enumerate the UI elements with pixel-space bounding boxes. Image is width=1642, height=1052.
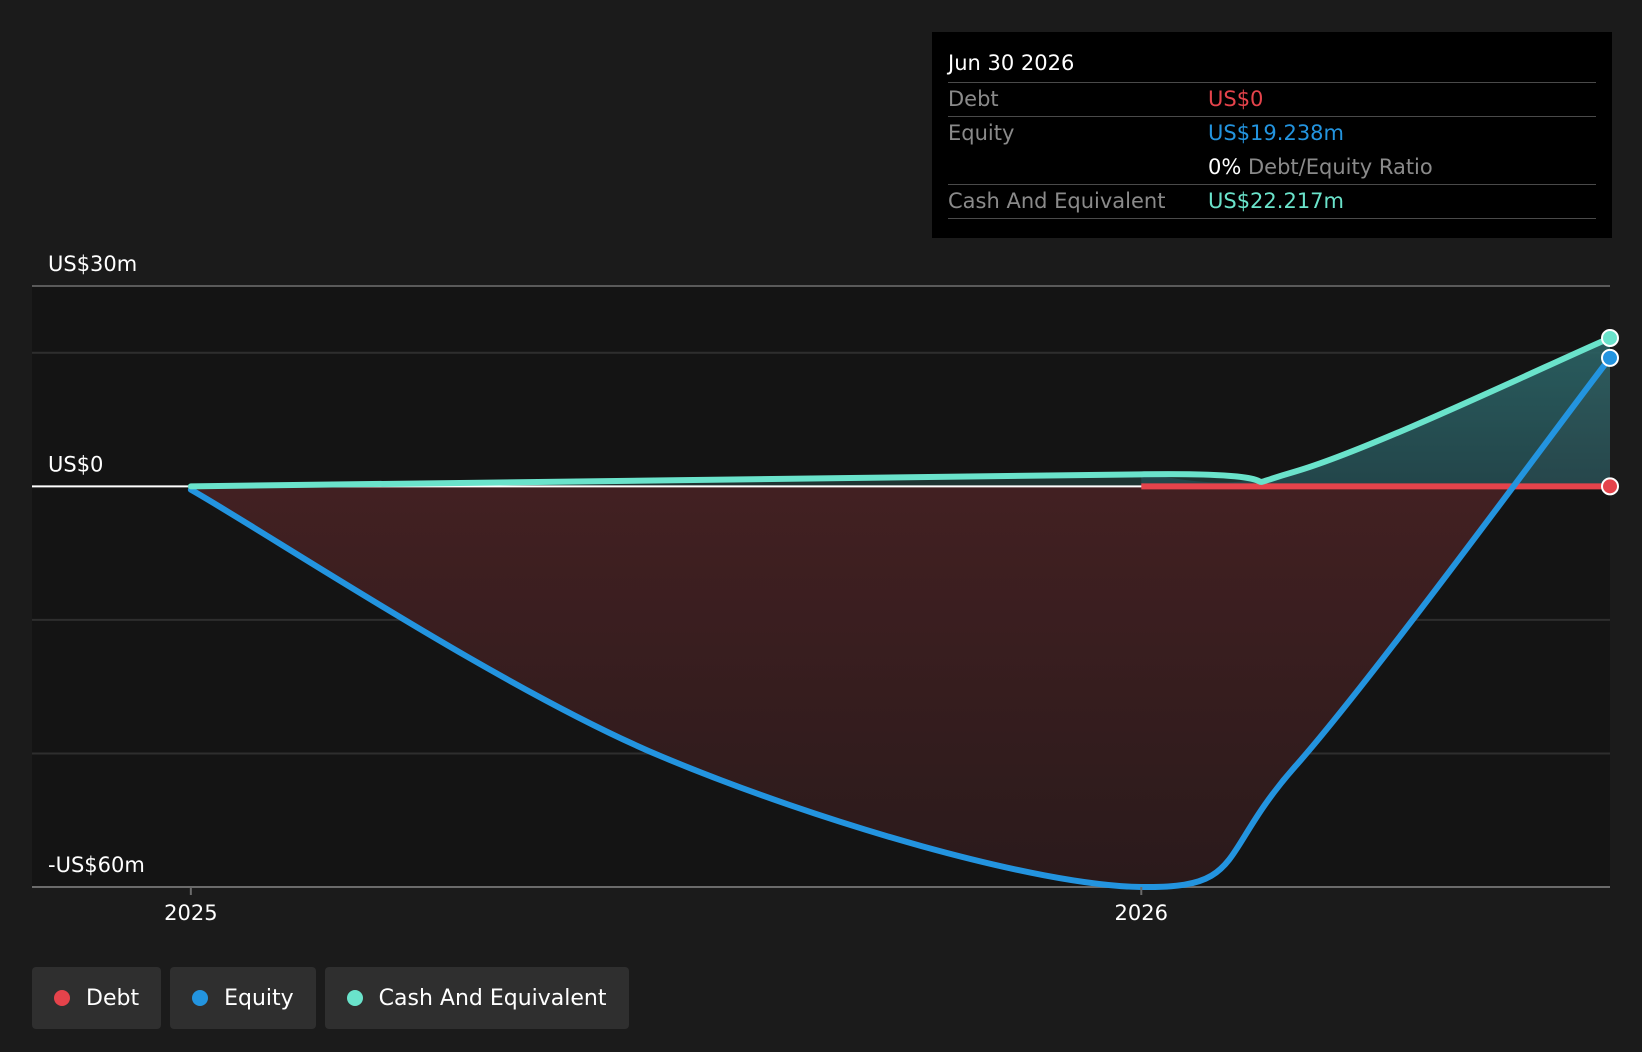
tooltip-debt-label: Debt xyxy=(948,87,999,111)
legend-label-equity: Equity xyxy=(224,985,294,1011)
cash-dot-icon xyxy=(346,990,363,1006)
tooltip-row-cash: Cash And Equivalent US$22.217m xyxy=(948,185,1596,219)
y-tick-label: -US$60m xyxy=(48,853,145,877)
tooltip-row-ratio: 0% Debt/Equity Ratio xyxy=(948,151,1596,185)
cash-and-equivalent-end-point xyxy=(1601,328,1619,347)
tooltip-cash-value: US$22.217m xyxy=(1208,189,1344,213)
tooltip-row-equity: Equity US$19.238m xyxy=(948,117,1596,151)
legend-item-equity[interactable]: Equity xyxy=(170,967,316,1029)
tooltip-cash-label: Cash And Equivalent xyxy=(948,189,1166,213)
tooltip-row-debt: Debt US$0 xyxy=(948,83,1596,117)
equity-dot-icon xyxy=(192,990,209,1006)
tooltip-ratio-label: Debt/Equity Ratio xyxy=(1248,155,1433,179)
tooltip-ratio-spacer xyxy=(948,151,1208,184)
debt-dot-icon xyxy=(54,990,70,1006)
x-tick-label: 2025 xyxy=(164,901,217,925)
legend: Debt Equity Cash And Equivalent xyxy=(32,967,638,1029)
x-tick-label: 2026 xyxy=(1115,901,1168,925)
tooltip-date: Jun 30 2026 xyxy=(948,46,1596,83)
tooltip-equity-value: US$19.238m xyxy=(1208,121,1344,145)
tooltip-equity-label: Equity xyxy=(948,121,1015,145)
legend-label-cash: Cash And Equivalent xyxy=(378,985,607,1011)
y-tick-label: US$30m xyxy=(48,252,137,276)
y-tick-label: US$0 xyxy=(48,452,103,476)
tooltip-ratio-value: 0% xyxy=(1208,155,1242,179)
legend-item-cash[interactable]: Cash And Equivalent xyxy=(324,967,629,1029)
debt-end-point xyxy=(1601,477,1619,496)
tooltip: Jun 30 2026 Debt US$0 Equity US$19.238m … xyxy=(932,32,1612,238)
legend-label-debt: Debt xyxy=(86,985,140,1011)
equity-end-point xyxy=(1601,348,1619,367)
tooltip-ratio-group: 0% Debt/Equity Ratio xyxy=(1208,151,1433,184)
tooltip-debt-value: US$0 xyxy=(1208,87,1264,111)
legend-item-debt[interactable]: Debt xyxy=(32,967,162,1029)
